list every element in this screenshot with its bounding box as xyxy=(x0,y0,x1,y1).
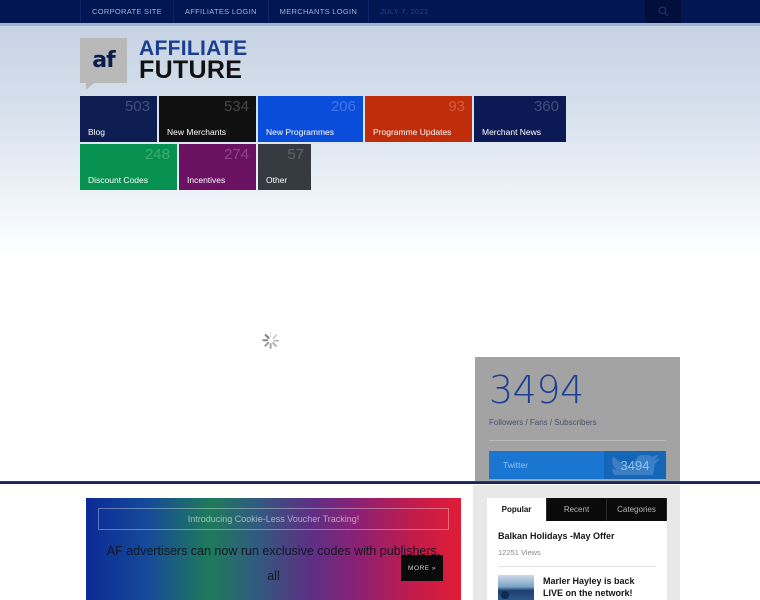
topbar-underline xyxy=(0,23,760,26)
stats-divider xyxy=(489,440,666,441)
category-tile-label: Programme Updates xyxy=(373,127,452,137)
spinner-spoke xyxy=(271,342,277,348)
social-network-row-twitter[interactable]: Twitter 3494 xyxy=(489,451,666,479)
category-tile-label: Blog xyxy=(88,127,106,137)
spinner-spoke xyxy=(263,333,269,339)
spinner-spoke xyxy=(263,342,269,348)
category-tile-count: 503 xyxy=(124,98,150,115)
post-views: 12251 Views xyxy=(498,548,541,557)
promo-title: Introducing Cookie-Less Voucher Tracking… xyxy=(187,514,360,524)
spinner-spoke xyxy=(261,339,268,342)
list-item[interactable]: Marler Hayley is back LIVE on the networ… xyxy=(498,566,656,600)
category-tile-new-programmes[interactable]: 206 New Programmes xyxy=(258,96,363,142)
logo-mark-bubble: af xyxy=(80,38,127,90)
post-title[interactable]: Marler Hayley is back LIVE on the networ… xyxy=(543,575,656,600)
search-icon xyxy=(658,6,668,17)
category-tile-grid: 503 Blog 534 New Merchants 206 New Programmes… xyxy=(80,96,640,192)
posts-tabs-widget: Popular Recent Categories Balkan Holidays … xyxy=(487,498,667,600)
top-link-affiliates-login[interactable]: AFFILIATES LOGIN xyxy=(174,0,269,23)
top-link-corporate-site[interactable]: CORPORATE SITE xyxy=(80,0,174,23)
category-tile-count: 360 xyxy=(533,98,559,115)
social-stats-widget: 3494 Followers / Fans / Subscribers Twit… xyxy=(475,357,680,482)
spinner-spoke xyxy=(269,332,272,338)
category-tile-new-merchants[interactable]: 534 New Merchants xyxy=(159,96,256,142)
posts-tabs-row: Popular Recent Categories xyxy=(487,498,667,521)
category-tile-label: New Programmes xyxy=(266,127,335,137)
loading-spinner xyxy=(261,332,279,349)
category-tile-count: 93 xyxy=(448,98,465,115)
top-link-merchants-login[interactable]: MERCHANTS LOGIN xyxy=(269,0,370,23)
promo-title-box: Introducing Cookie-Less Voucher Tracking… xyxy=(98,508,449,530)
current-date: JULY 7, 2021 xyxy=(380,7,429,16)
tab-popular[interactable]: Popular xyxy=(487,498,547,521)
category-tile-label: Merchant News xyxy=(482,127,542,137)
category-tile-label: Other xyxy=(266,175,288,185)
category-tile-programme-updates[interactable]: 93 Programme Updates xyxy=(365,96,472,142)
post-title[interactable]: Balkan Holidays -May Offer xyxy=(498,530,656,542)
top-links-group: CORPORATE SITE AFFILIATES LOGIN MERCHANT… xyxy=(80,0,439,23)
category-tile-count: 274 xyxy=(223,146,249,163)
spinner-spoke xyxy=(269,343,272,349)
category-tile-count: 206 xyxy=(330,98,356,115)
tab-categories[interactable]: Categories xyxy=(607,498,667,521)
promo-more-button[interactable]: MORE » xyxy=(401,555,443,581)
category-tile-discount-codes[interactable]: 248 Discount Codes xyxy=(80,144,177,190)
tab-recent[interactable]: Recent xyxy=(547,498,607,521)
category-tile-blog[interactable]: 503 Blog xyxy=(80,96,157,142)
category-tile-incentives[interactable]: 274 Incentives xyxy=(179,144,256,190)
spinner-spoke xyxy=(271,333,277,339)
spinner-spoke xyxy=(273,339,279,342)
page-root: CORPORATE SITE AFFILIATES LOGIN MERCHANT… xyxy=(0,0,760,600)
posts-tab-panel: Balkan Holidays -May Offer 12251 Views M… xyxy=(487,521,667,600)
site-logo[interactable]: af AFFILIATE FUTURE xyxy=(80,38,247,90)
top-utility-bar: CORPORATE SITE AFFILIATES LOGIN MERCHANT… xyxy=(0,0,760,23)
category-tile-label: Incentives xyxy=(187,175,226,185)
social-total-count: 3494 xyxy=(489,368,584,412)
category-tile-label: New Merchants xyxy=(167,127,227,137)
search-button[interactable] xyxy=(645,0,681,23)
logo-text-future: FUTURE xyxy=(139,55,243,84)
post-thumbnail xyxy=(498,575,534,600)
promo-banner[interactable]: Introducing Cookie-Less Voucher Tracking… xyxy=(86,498,461,600)
social-total-caption: Followers / Fans / Subscribers xyxy=(489,418,597,427)
category-tile-count: 57 xyxy=(287,146,304,163)
logo-wordmark: AFFILIATE FUTURE xyxy=(139,38,247,84)
social-network-count-wrap: 3494 xyxy=(604,451,666,479)
category-tile-count: 248 xyxy=(144,146,170,163)
category-tile-other[interactable]: 57 Other xyxy=(258,144,311,190)
logo-monogram: af xyxy=(92,47,115,73)
social-network-count: 3494 xyxy=(620,457,650,473)
category-tile-count: 534 xyxy=(223,98,249,115)
section-divider xyxy=(0,481,760,484)
category-tile-label: Discount Codes xyxy=(88,175,149,185)
category-tile-merchant-news[interactable]: 360 Merchant News xyxy=(474,96,566,142)
social-network-name: Twitter xyxy=(503,460,529,470)
